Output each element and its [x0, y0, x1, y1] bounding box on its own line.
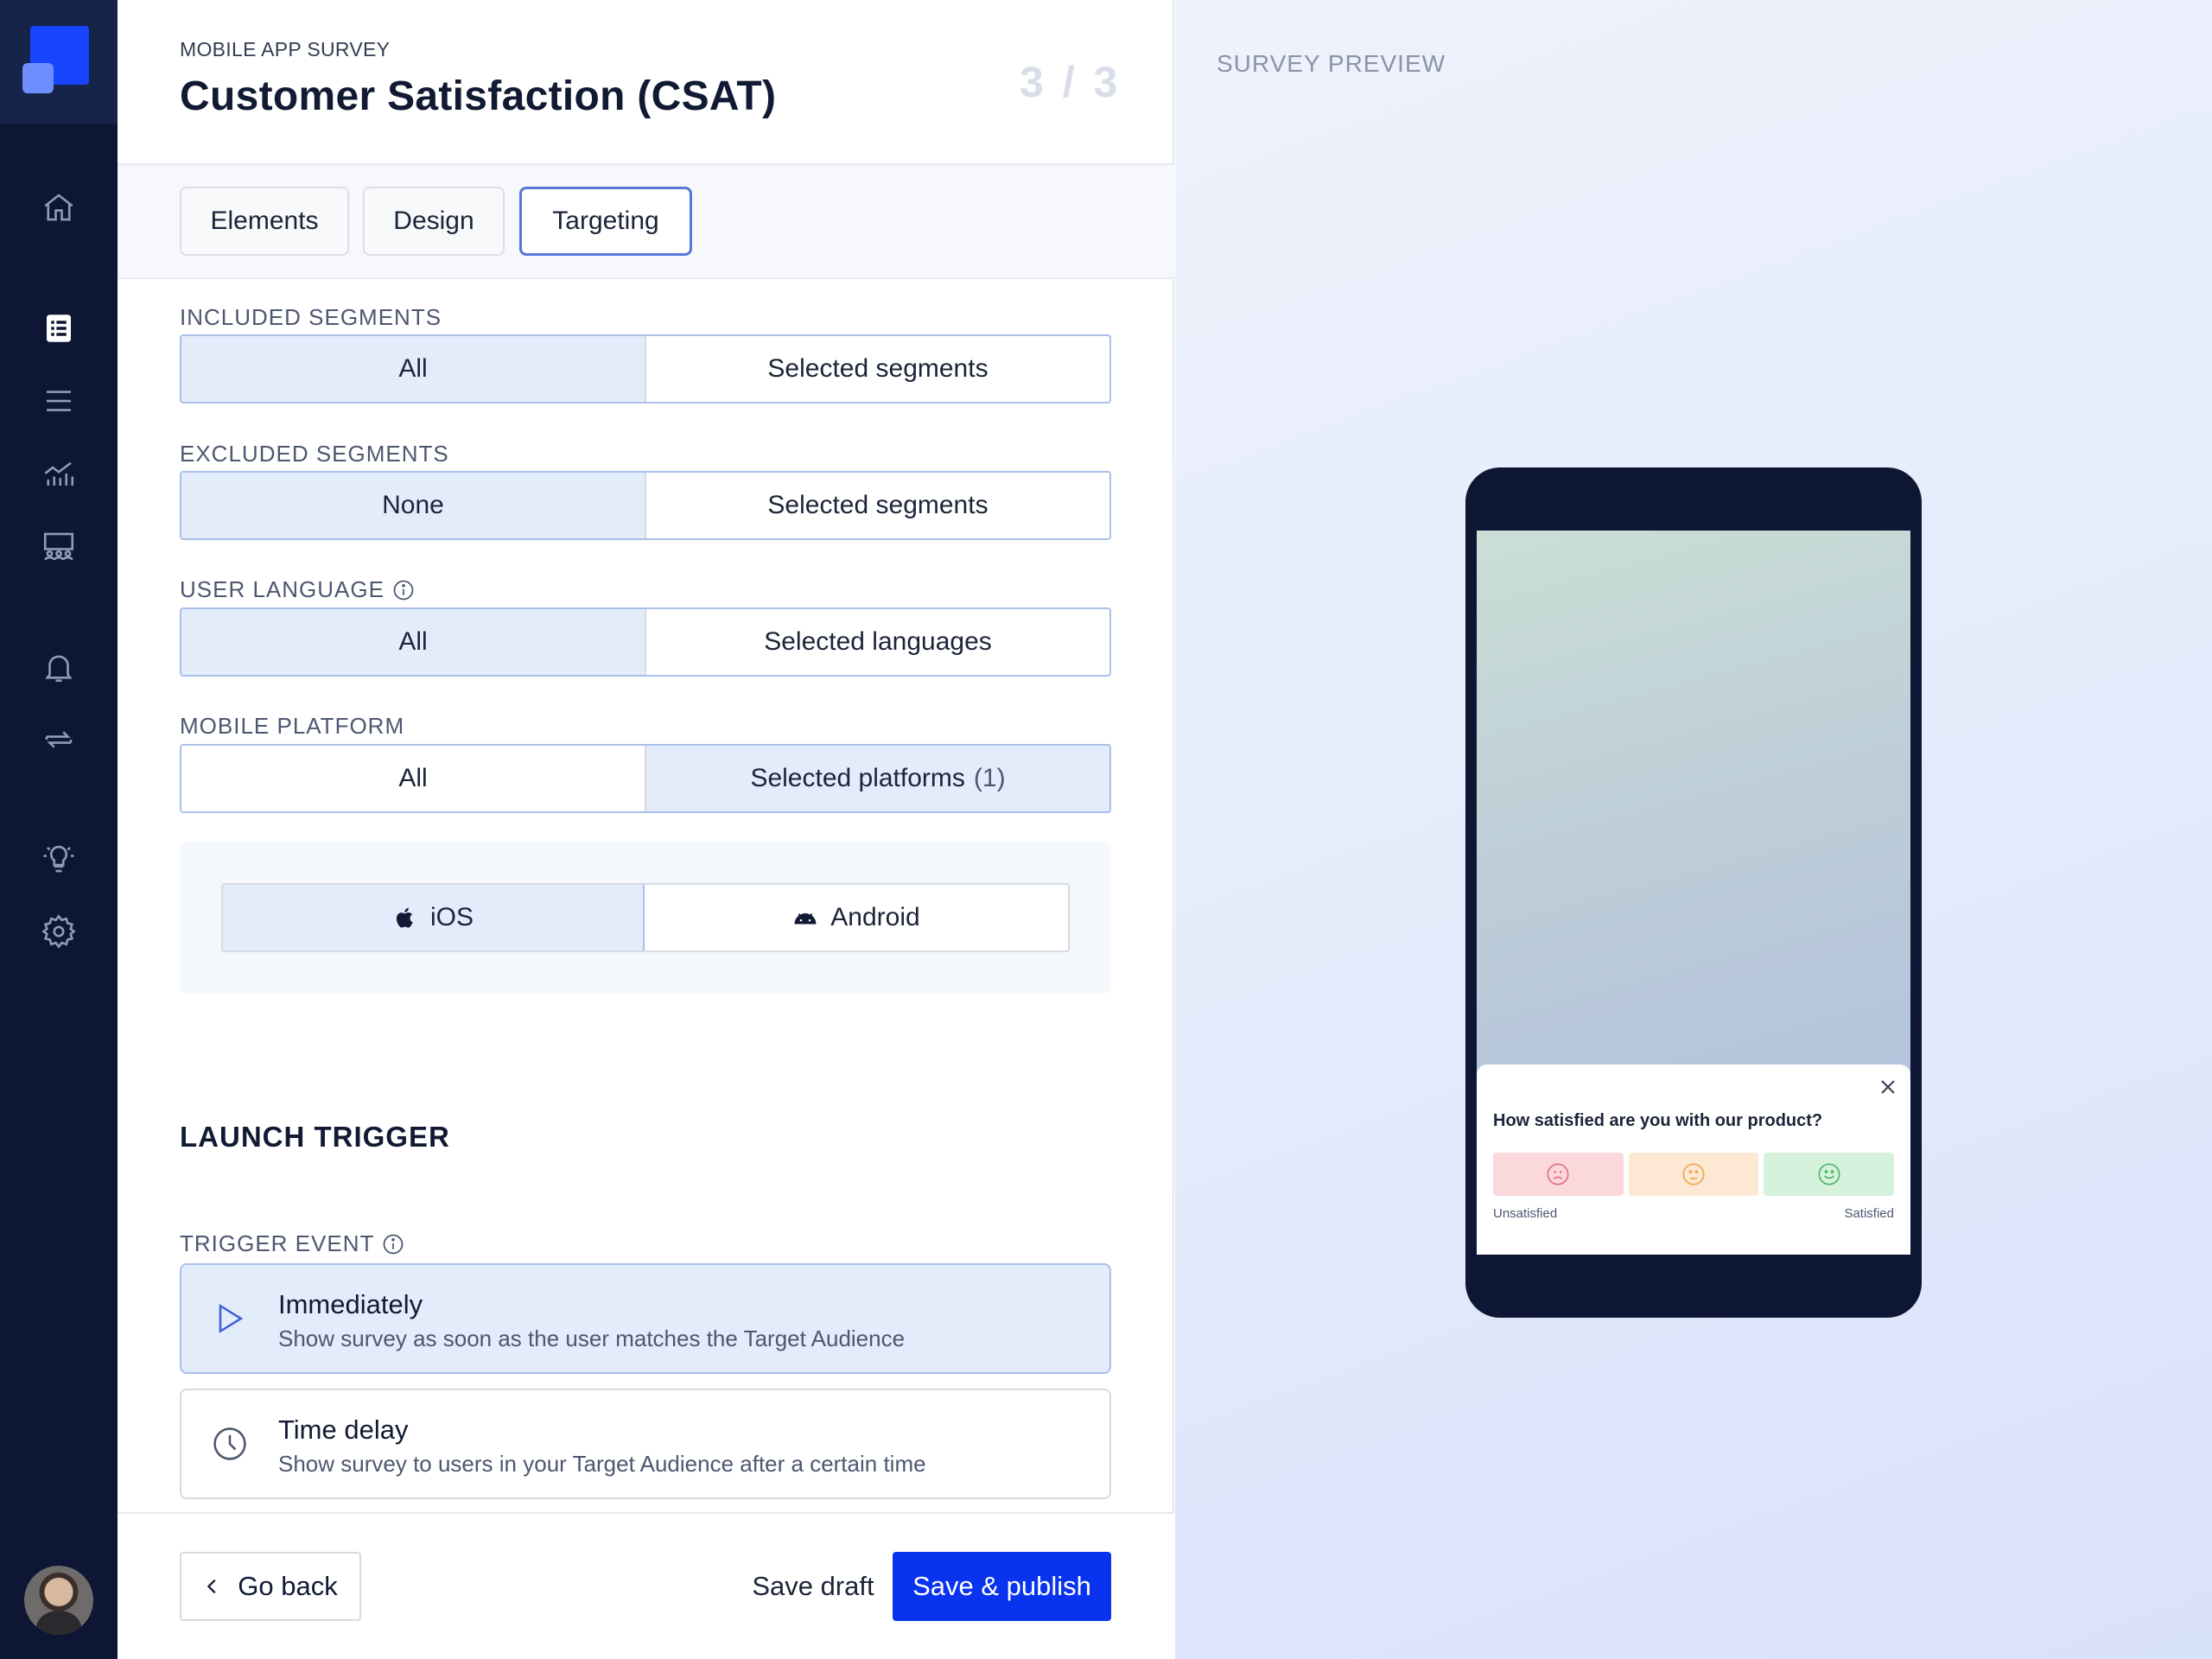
- home-icon[interactable]: [38, 187, 79, 228]
- included-segments-label: INCLUDED SEGMENTS: [180, 304, 442, 330]
- trigger-option-description: Show survey to users in your Target Audi…: [278, 1451, 926, 1477]
- editor-tabs: Elements Design Targeting: [118, 165, 1174, 279]
- save-publish-button[interactable]: Save & publish: [893, 1552, 1111, 1621]
- trigger-event-label-text: TRIGGER EVENT: [180, 1230, 375, 1256]
- tab-targeting[interactable]: Targeting: [519, 187, 692, 256]
- platform-toggle: iOS Android: [221, 883, 1070, 952]
- trigger-option-immediately[interactable]: Immediately Show survey as soon as the u…: [180, 1263, 1111, 1374]
- excluded-none-option[interactable]: None: [181, 473, 646, 538]
- analytics-icon[interactable]: [38, 453, 79, 494]
- rating-unsatisfied[interactable]: [1493, 1153, 1624, 1196]
- platform-selected-label: Selected platforms: [750, 764, 965, 792]
- trigger-option-time-delay[interactable]: Time delay Show survey to users in your …: [180, 1389, 1111, 1499]
- platform-all-option[interactable]: All: [181, 746, 646, 811]
- preview-label: SURVEY PREVIEW: [1217, 50, 1446, 77]
- language-all-option[interactable]: All: [181, 609, 646, 675]
- chevron-left-icon: [207, 1579, 216, 1594]
- survey-type-label: MOBILE APP SURVEY: [180, 38, 391, 60]
- survey-card: How satisfied are you with our product? …: [1477, 1065, 1910, 1255]
- happy-face-icon: [1818, 1163, 1840, 1185]
- editor-header: MOBILE APP SURVEY Customer Satisfaction …: [118, 0, 1174, 165]
- lightbulb-icon[interactable]: [38, 838, 79, 880]
- neutral-face-icon: [1682, 1163, 1705, 1185]
- mobile-platform-label: MOBILE PLATFORM: [180, 713, 405, 739]
- audience-icon[interactable]: [38, 525, 79, 567]
- trigger-option-description: Show survey as soon as the user matches …: [278, 1325, 906, 1351]
- go-back-label: Go back: [238, 1571, 338, 1601]
- platform-selected-option[interactable]: Selected platforms (1): [646, 746, 1109, 811]
- close-icon[interactable]: [1878, 1077, 1898, 1097]
- included-selected-option[interactable]: Selected segments: [646, 336, 1109, 402]
- bell-icon[interactable]: [38, 646, 79, 688]
- platform-picker: iOS Android: [180, 842, 1111, 994]
- info-icon[interactable]: [391, 578, 416, 602]
- platform-android-label: Android: [830, 903, 920, 931]
- language-selected-option[interactable]: Selected languages: [646, 609, 1109, 675]
- play-icon: [219, 1304, 244, 1333]
- user-language-label-text: USER LANGUAGE: [180, 576, 385, 602]
- apple-icon: [396, 907, 413, 928]
- user-language-label: USER LANGUAGE: [180, 576, 416, 603]
- gear-icon[interactable]: [38, 911, 79, 952]
- user-avatar[interactable]: [24, 1566, 93, 1635]
- excluded-selected-option[interactable]: Selected segments: [646, 473, 1109, 538]
- tab-elements[interactable]: Elements: [180, 187, 349, 256]
- trigger-option-name: Time delay: [278, 1414, 409, 1445]
- rating-satisfied[interactable]: [1764, 1153, 1895, 1196]
- save-draft-button[interactable]: Save draft: [722, 1552, 904, 1621]
- sidebar: [0, 0, 118, 1659]
- phone-screen: How satisfied are you with our product? …: [1477, 531, 1910, 1255]
- android-icon: [794, 913, 817, 925]
- mobile-platform-toggle: All Selected platforms (1): [180, 744, 1111, 813]
- excluded-segments-toggle: None Selected segments: [180, 471, 1111, 540]
- go-back-button[interactable]: Go back: [180, 1552, 361, 1621]
- included-segments-toggle: All Selected segments: [180, 334, 1111, 404]
- sad-face-icon: [1547, 1163, 1569, 1185]
- phone-mockup: How satisfied are you with our product? …: [1465, 467, 1922, 1318]
- scale-high-label: Satisfied: [1844, 1206, 1894, 1221]
- tab-design[interactable]: Design: [363, 187, 505, 256]
- trigger-option-name: Immediately: [278, 1289, 423, 1319]
- launch-trigger-title: LAUNCH TRIGGER: [180, 1121, 450, 1153]
- clock-icon: [213, 1427, 246, 1460]
- user-language-toggle: All Selected languages: [180, 607, 1111, 677]
- trigger-event-label: TRIGGER EVENT: [180, 1230, 405, 1257]
- platform-count-badge: (1): [973, 764, 1006, 792]
- platform-android-option[interactable]: Android: [645, 885, 1068, 950]
- step-indicator: 3 / 3: [1020, 58, 1122, 106]
- survey-editor: MOBILE APP SURVEY Customer Satisfaction …: [118, 0, 1174, 1659]
- platform-ios-label: iOS: [429, 903, 474, 931]
- scale-low-label: Unsatisfied: [1493, 1206, 1558, 1221]
- editor-footer: Go back Save draft Save & publish: [118, 1512, 1174, 1659]
- sync-icon[interactable]: [38, 719, 79, 760]
- page-title: Customer Satisfaction (CSAT): [180, 73, 777, 119]
- survey-question: How satisfied are you with our product?: [1493, 1111, 1823, 1130]
- included-all-option[interactable]: All: [181, 336, 646, 402]
- survey-preview-panel: SURVEY PREVIEW How satisfied are you wit…: [1175, 0, 2212, 1659]
- rating-neutral[interactable]: [1628, 1153, 1759, 1196]
- info-icon[interactable]: [381, 1232, 405, 1256]
- app-logo[interactable]: [0, 0, 118, 124]
- list-icon[interactable]: [38, 380, 79, 422]
- excluded-segments-label: EXCLUDED SEGMENTS: [180, 441, 449, 467]
- platform-ios-option[interactable]: iOS: [223, 885, 645, 950]
- rating-scale: [1493, 1153, 1895, 1196]
- surveys-icon[interactable]: [38, 308, 79, 349]
